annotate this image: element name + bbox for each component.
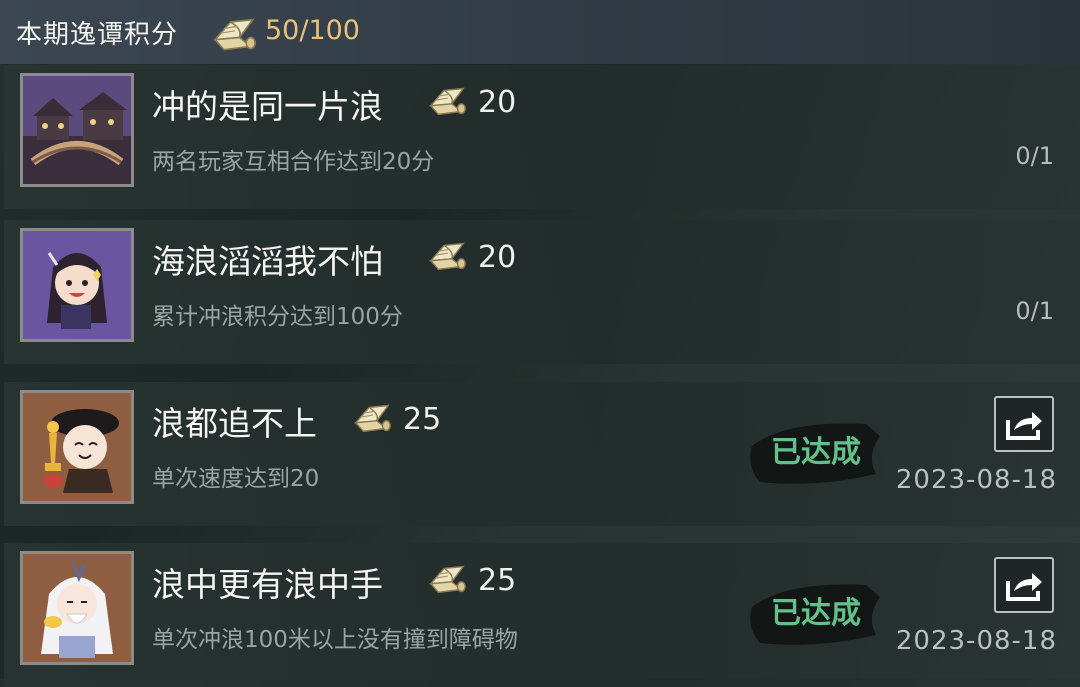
achievement-card[interactable]: 海浪滔滔我不怕 20 累计冲浪积分达到100分 0/1 — [4, 220, 1080, 364]
achievement-points: 20 — [478, 85, 517, 120]
achievement-icon-frame — [20, 228, 134, 342]
achievement-progress: 0/1 — [1015, 142, 1054, 170]
completed-stamp: 已达成 — [750, 584, 880, 645]
achievement-title: 浪都追不上 — [152, 404, 317, 443]
scroll-icon — [214, 18, 256, 51]
achievement-card[interactable]: 浪中更有浪中手 25 单次冲浪100米以上没有撞到障碍物 已达成 2023-08… — [4, 543, 1080, 687]
achievement-card[interactable]: 冲的是同一片浪 20 两名玩家互相合作达到20分 0/1 — [4, 65, 1080, 209]
achievement-description: 单次速度达到20 — [152, 466, 320, 492]
share-icon — [1006, 412, 1042, 440]
header-title: 本期逸谭积分 — [16, 20, 179, 50]
character-elder-icon — [23, 554, 131, 662]
character-girl-icon — [23, 231, 131, 339]
stamp-text: 已达成 — [771, 435, 861, 470]
scroll-icon — [355, 404, 391, 433]
header-score: 50/100 — [265, 15, 360, 46]
achievement-description: 累计冲浪积分达到100分 — [152, 304, 403, 330]
scroll-icon — [430, 565, 466, 594]
achievement-description: 单次冲浪100米以上没有撞到障碍物 — [152, 627, 518, 653]
achievement-title: 海浪滔滔我不怕 — [152, 242, 383, 281]
achievement-title: 浪中更有浪中手 — [152, 565, 383, 604]
character-trophy-icon — [23, 393, 131, 501]
achievement-icon-frame — [20, 390, 134, 504]
bridge-scene-icon — [23, 76, 131, 184]
stamp-text: 已达成 — [771, 596, 861, 631]
achievement-icon-frame — [20, 551, 134, 665]
achievement-title: 冲的是同一片浪 — [152, 87, 383, 126]
achievement-points: 25 — [478, 563, 517, 598]
share-icon — [1006, 573, 1042, 601]
achievement-icon-frame — [20, 73, 134, 187]
achievement-date: 2023-08-18 — [895, 626, 1057, 656]
completed-stamp: 已达成 — [750, 423, 880, 484]
achievement-description: 两名玩家互相合作达到20分 — [152, 149, 435, 175]
achievement-card[interactable]: 浪都追不上 25 单次速度达到20 已达成 2023-08-18 — [4, 382, 1080, 526]
scroll-icon — [430, 242, 466, 271]
share-button[interactable] — [994, 396, 1054, 452]
scroll-icon — [430, 87, 466, 116]
achievement-progress: 0/1 — [1015, 297, 1054, 325]
header-bar: 本期逸谭积分 50/100 — [0, 0, 1080, 64]
share-button[interactable] — [994, 557, 1054, 613]
achievement-points: 20 — [478, 240, 517, 275]
achievement-points: 25 — [403, 402, 442, 437]
achievement-date: 2023-08-18 — [895, 465, 1057, 495]
